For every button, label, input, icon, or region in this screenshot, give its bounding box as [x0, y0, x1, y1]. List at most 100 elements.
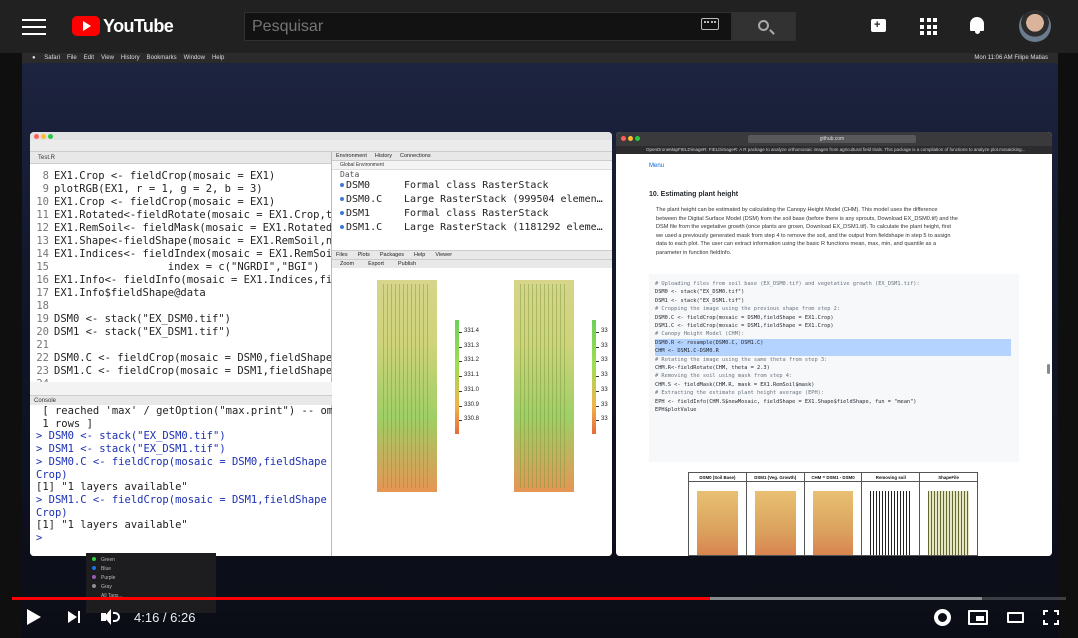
- code-line: DSM0.C <- fieldCrop(mosaic = DSM0,fieldS…: [655, 314, 834, 321]
- rstudio-titlebar: [30, 132, 612, 140]
- legend-tick: [596, 361, 599, 363]
- rstudio-toolbar: [30, 140, 612, 152]
- desktop: Test.R 8 EX1.Crop <- fieldCrop(mosaic = E…: [22, 63, 1058, 638]
- plot-tab[interactable]: Files: [336, 252, 348, 258]
- tag-color-item[interactable]: Gray: [92, 583, 210, 592]
- mac-menu-item[interactable]: Help: [212, 55, 224, 61]
- code-line[interactable]: 10 EX1.Crop <- fieldCrop(mosaic = EX1): [30, 196, 331, 209]
- volume-icon[interactable]: [101, 609, 121, 625]
- code-line[interactable]: 19 DSM0 <- stack("EX_DSM0.tif"): [30, 313, 331, 326]
- plot-tool[interactable]: Publish: [398, 261, 416, 267]
- code-text: EX1.Info<- fieldInfo(mosaic = EX1.Indice…: [54, 274, 332, 286]
- code-line[interactable]: 20 DSM1 <- stack("EX_DSM1.tif"): [30, 326, 331, 339]
- menu-link[interactable]: Menu: [649, 163, 664, 169]
- code-line[interactable]: 15 index = c("NGRDI","BGI"): [30, 261, 331, 274]
- plot-tab[interactable]: Help: [414, 252, 425, 258]
- code-line[interactable]: 21: [30, 339, 331, 352]
- code-line: # Rotating the image using the same thet…: [655, 356, 828, 363]
- create-video-icon[interactable]: +: [871, 19, 886, 32]
- env-row[interactable]: DSM1.C Large RasterStack (1181292 eleme…: [332, 221, 612, 235]
- mac-menu-item[interactable]: Edit: [84, 55, 94, 61]
- plot-tab[interactable]: Viewer: [435, 252, 452, 258]
- plot-tab[interactable]: Plots: [358, 252, 370, 258]
- minimize-dot-icon[interactable]: [628, 136, 633, 141]
- mac-menu-item[interactable]: Bookmarks: [147, 55, 177, 61]
- env-tab[interactable]: Environment: [336, 153, 367, 159]
- code-line[interactable]: 24: [30, 378, 331, 382]
- next-icon[interactable]: [68, 611, 82, 623]
- mac-menu-item[interactable]: View: [101, 55, 114, 61]
- scrollbar[interactable]: [1047, 364, 1050, 374]
- code-line[interactable]: 16 EX1.Info<- fieldInfo(mosaic = EX1.Indi…: [30, 274, 332, 287]
- miniplayer-icon[interactable]: [968, 610, 988, 625]
- video-player[interactable]: ● Safari File Edit View History Bookmarks Wind…: [22, 53, 1058, 638]
- settings-icon[interactable]: [934, 609, 951, 626]
- plot-tab[interactable]: Packages: [380, 252, 404, 258]
- console-header[interactable]: Console: [30, 395, 332, 405]
- code-lines[interactable]: 8 EX1.Crop <- fieldCrop(mosaic = EX1) 9 plo…: [30, 170, 332, 382]
- menu-icon[interactable]: [22, 16, 46, 36]
- code-text: DSM1 <- stack("EX_DSM1.tif"): [54, 326, 232, 338]
- env-row[interactable]: DSM0 Formal class RasterStack: [332, 179, 612, 193]
- search-button[interactable]: [732, 12, 796, 41]
- env-tab[interactable]: Connections: [400, 153, 431, 159]
- code-line[interactable]: 9 plotRGB(EX1, r = 1, g = 2, b = 3): [30, 183, 331, 196]
- search-box[interactable]: [244, 12, 732, 41]
- env-row[interactable]: DSM0.C Large RasterStack (999504 elemen…: [332, 193, 612, 207]
- mac-menu-item[interactable]: Safari: [44, 55, 60, 61]
- code-line[interactable]: 13 EX1.Shape<-fieldShape(mosaic = EX1.Rem…: [30, 235, 331, 248]
- avatar[interactable]: [1019, 10, 1051, 42]
- console-line: [ reached 'max' / getOption("max.print")…: [36, 405, 365, 417]
- code-text: DSM0.C <- fieldCrop(mosaic = DSM0,fieldS…: [54, 352, 332, 364]
- line-number: 20: [36, 326, 49, 338]
- code-line[interactable]: 23 DSM1.C <- fieldCrop(mosaic = DSM1,fiel…: [30, 365, 331, 378]
- play-icon[interactable]: [27, 609, 41, 625]
- env-tab[interactable]: History: [375, 153, 392, 159]
- env-value: Large RasterStack (999504 elemen…: [404, 194, 603, 205]
- legend-label: 33: [601, 342, 608, 349]
- theater-mode-icon[interactable]: [1007, 612, 1024, 623]
- tag-color-item[interactable]: Blue: [92, 565, 210, 574]
- zoom-dot-icon[interactable]: [635, 136, 640, 141]
- code-line[interactable]: 22 DSM0.C <- fieldCrop(mosaic = DSM0,fiel…: [30, 352, 332, 365]
- player-controls: 4:16 / 6:26: [0, 600, 1078, 638]
- minimize-dot-icon[interactable]: [41, 134, 46, 139]
- object-icon: [340, 225, 344, 229]
- plot-tool[interactable]: Export: [368, 261, 384, 267]
- table-header: ShapeFile: [920, 473, 977, 482]
- code-line[interactable]: 17 EX1.Info$fieldShape@data: [30, 287, 331, 300]
- environment-scope[interactable]: Global Environment: [332, 161, 612, 170]
- zoom-dot-icon[interactable]: [48, 134, 53, 139]
- line-number: 11: [36, 209, 49, 221]
- tag-color-item[interactable]: Green: [92, 556, 210, 565]
- code-editor[interactable]: Test.R 8 EX1.Crop <- fieldCrop(mosaic = E…: [30, 152, 332, 382]
- legend-label: 33: [601, 328, 608, 334]
- safari-tab[interactable]: OpenDroneMapFIELDimageR: FIELDimageR: A …: [616, 146, 1052, 154]
- legend-tick: [596, 390, 599, 392]
- apps-icon[interactable]: [920, 18, 937, 35]
- legend-tick: [596, 405, 599, 407]
- code-line[interactable]: 14 EX1.Indices<- fieldIndex(mosaic = EX1.…: [30, 248, 331, 261]
- mac-menu-item[interactable]: File: [67, 55, 77, 61]
- address-bar[interactable]: github.com: [748, 135, 916, 143]
- fullscreen-icon[interactable]: [1043, 610, 1059, 625]
- tag-color-item[interactable]: Purple: [92, 574, 210, 583]
- plot-tool[interactable]: Zoom: [340, 261, 354, 267]
- code-line[interactable]: 8 EX1.Crop <- fieldCrop(mosaic = EX1): [30, 170, 331, 183]
- mac-menu-item[interactable]: Window: [184, 55, 205, 61]
- close-dot-icon[interactable]: [34, 134, 39, 139]
- close-dot-icon[interactable]: [621, 136, 626, 141]
- code-line[interactable]: 18: [30, 300, 331, 313]
- code-line[interactable]: 11 EX1.Rotated<-fieldRotate(mosaic = EX1.…: [30, 209, 331, 222]
- env-row[interactable]: DSM1 Formal class RasterStack: [332, 207, 612, 221]
- table-header: CHM = DSM1 - DSM0: [804, 473, 862, 482]
- keyboard-icon[interactable]: [701, 18, 719, 30]
- search-input[interactable]: [252, 13, 692, 40]
- editor-tab[interactable]: Test.R: [30, 152, 331, 164]
- notifications-bell-icon[interactable]: [969, 17, 985, 35]
- youtube-logo[interactable]: YouTube: [72, 16, 174, 36]
- mac-menu-item[interactable]: History: [121, 55, 140, 61]
- code-line[interactable]: 12 EX1.RemSoil<- fieldMask(mosaic = EX1.R…: [30, 222, 331, 235]
- code-line: CHM.S <- fieldMask(CHM.R, mask = EX1.Rem…: [655, 381, 815, 388]
- console[interactable]: [ reached 'max' / getOption("max.print")…: [30, 405, 371, 556]
